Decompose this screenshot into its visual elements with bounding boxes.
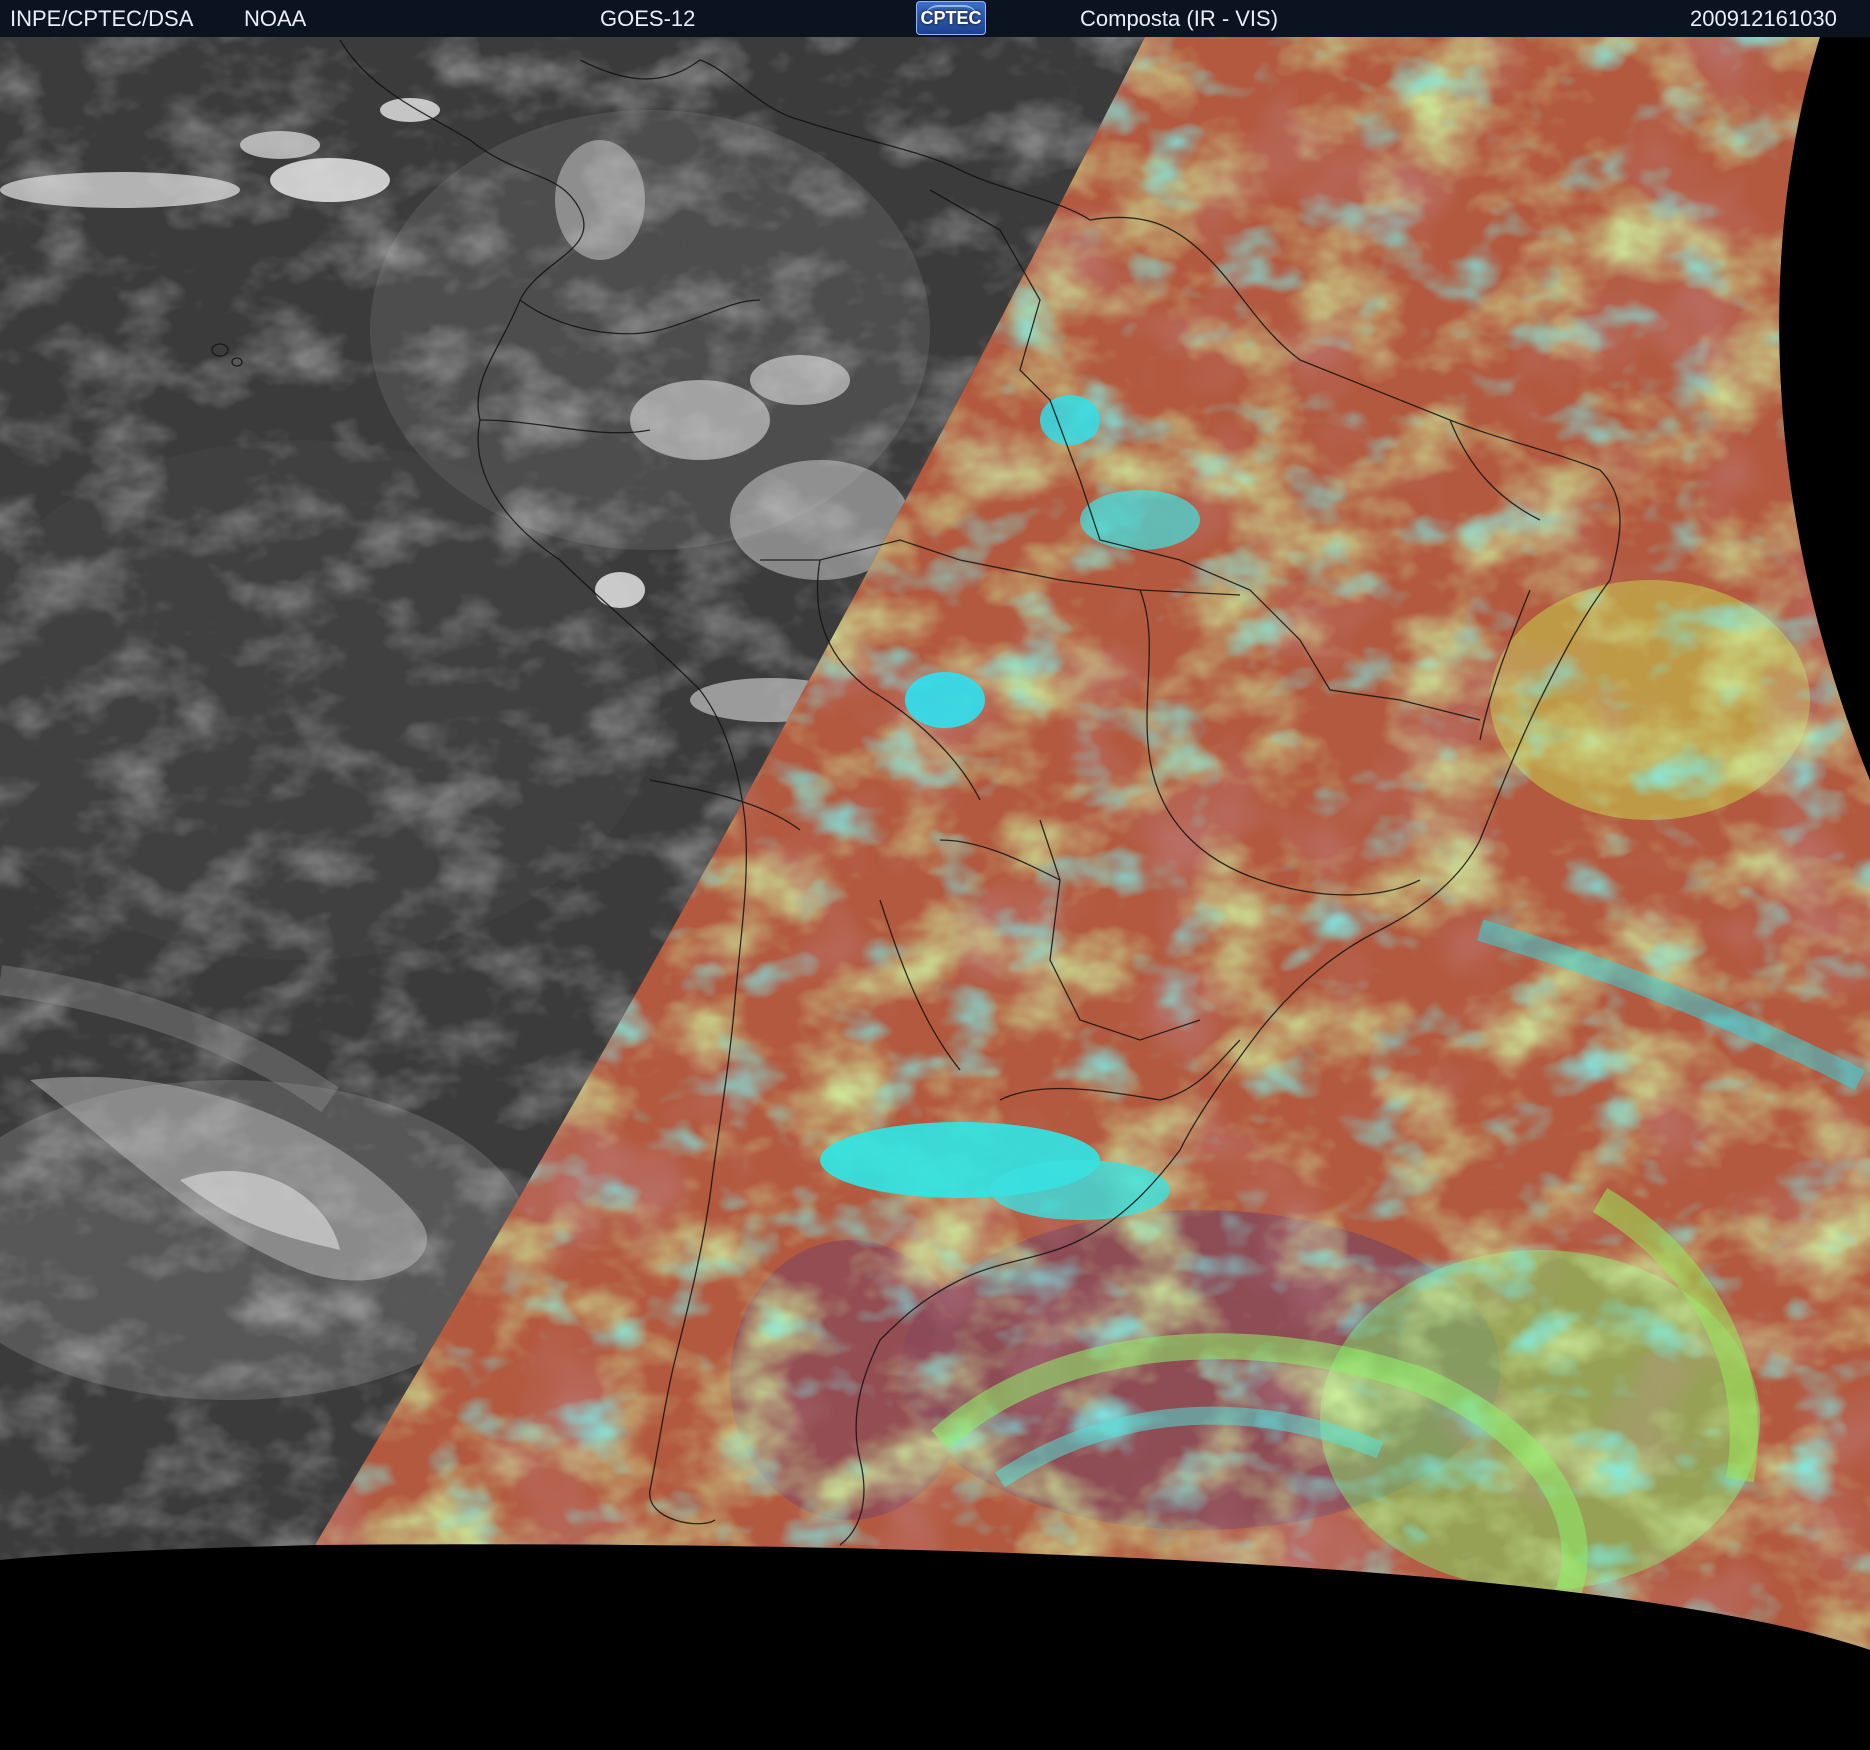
agency-label: NOAA <box>244 6 307 31</box>
source-label: INPE/CPTEC/DSA <box>10 6 194 31</box>
timestamp-label: 200912161030 <box>1690 6 1837 31</box>
satellite-label: GOES-12 <box>600 6 696 31</box>
image-header: INPE/CPTEC/DSA NOAA GOES-12 CPTEC Compos… <box>0 0 1870 37</box>
cptec-logo: CPTEC <box>916 1 986 35</box>
product-label: Composta (IR - VIS) <box>1080 6 1279 31</box>
satellite-image <box>0 37 1870 1750</box>
